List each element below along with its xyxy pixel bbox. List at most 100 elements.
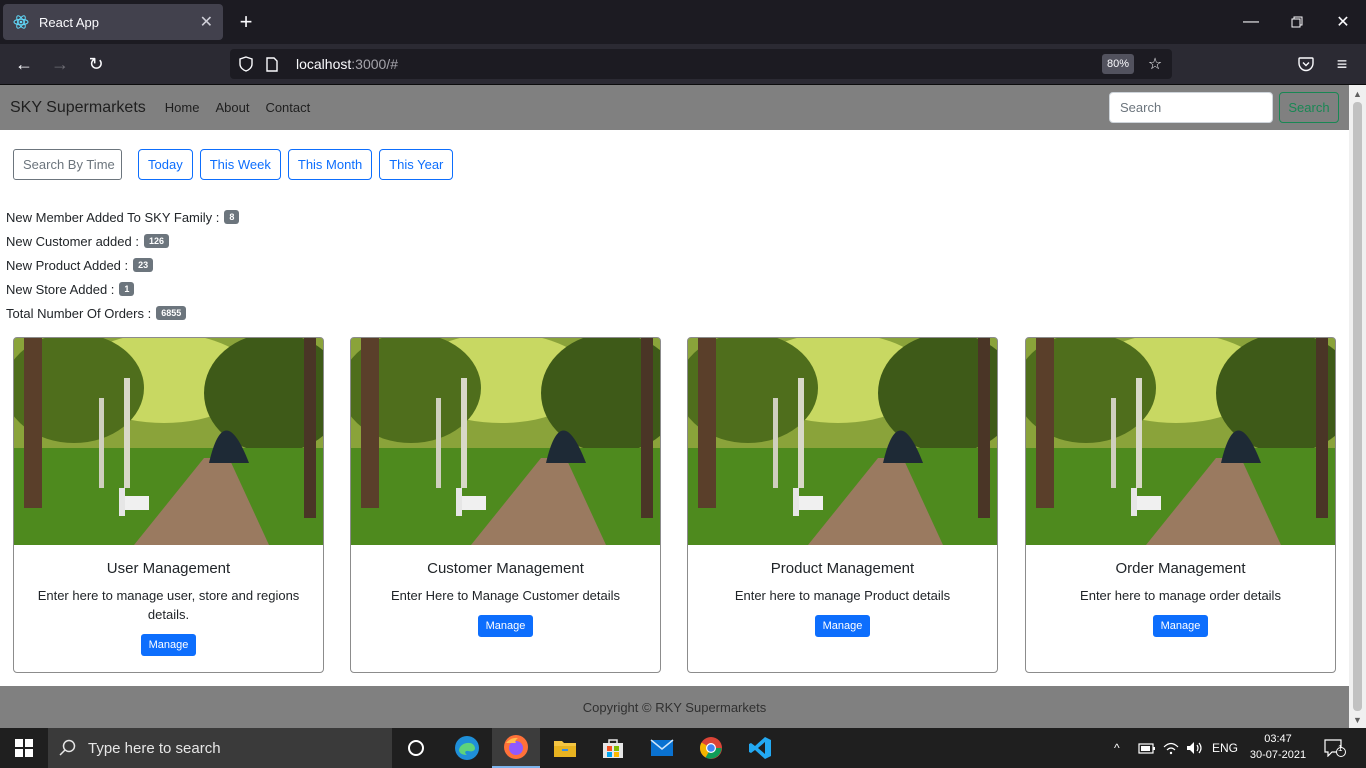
zoom-level-badge[interactable]: 80% (1101, 54, 1134, 74)
card-text: Enter here to manage user, store and reg… (37, 588, 300, 622)
stat-badge: 6855 (156, 306, 187, 320)
mail-icon[interactable] (638, 728, 686, 768)
stat-new-members: New Member Added To SKY Family : 8 (6, 205, 240, 229)
microsoft-store-icon[interactable] (589, 728, 637, 768)
reload-icon[interactable]: ↻ (82, 50, 110, 78)
pocket-icon[interactable] (1292, 50, 1320, 78)
stat-label: New Customer added : (6, 233, 139, 249)
url-bar[interactable]: localhost:3000/# 80% ☆ (230, 49, 1172, 79)
manage-customers-button[interactable]: Manage (477, 615, 534, 637)
page-viewport: SKY Supermarkets Home About Contact Sear… (0, 85, 1349, 728)
scroll-up-arrow-icon[interactable]: ▲ (1349, 85, 1366, 102)
battery-icon[interactable] (1138, 728, 1156, 768)
taskbar-clock[interactable]: 03:47 30-07-2021 (1244, 731, 1312, 763)
stats-list: New Member Added To SKY Family : 8 New C… (6, 205, 240, 325)
stat-total-orders: Total Number Of Orders : 6855 (6, 301, 239, 325)
search-button[interactable]: Search (1279, 92, 1339, 123)
card-product-management: Product Management Enter here to manage … (687, 337, 998, 673)
manage-users-button[interactable]: Manage (140, 634, 197, 656)
back-arrow-icon[interactable]: ← (10, 50, 38, 78)
card-title: Order Management (1115, 560, 1246, 577)
stat-new-customers: New Customer added : 126 (6, 229, 239, 253)
clock-time: 03:47 (1264, 733, 1292, 745)
tab-title: React App (39, 14, 99, 30)
forest-path-image (351, 338, 660, 545)
nav-link-contact[interactable]: Contact (265, 100, 310, 115)
browser-tab-bar: React App ✕ + — ✕ (0, 0, 1366, 44)
browser-tab[interactable]: React App ✕ (3, 4, 223, 40)
close-window-icon[interactable]: ✕ (1320, 0, 1366, 44)
file-explorer-icon[interactable] (541, 728, 589, 768)
card-text: Enter Here to Manage Customer details (390, 588, 621, 603)
stat-badge: 126 (143, 234, 169, 248)
search-icon (48, 739, 88, 757)
filter-this-month-button[interactable]: This Month (287, 149, 373, 180)
shield-icon[interactable] (236, 54, 256, 74)
filter-this-week-button[interactable]: This Week (199, 149, 281, 180)
vscode-icon[interactable] (736, 728, 784, 768)
edge-icon[interactable] (443, 728, 491, 768)
filter-today-button[interactable]: Today (138, 149, 193, 180)
stat-label: New Member Added To SKY Family : (6, 209, 220, 225)
page-footer: Copyright © RKY Supermarkets (0, 686, 1349, 728)
taskbar-search-placeholder: Type here to search (88, 739, 221, 757)
nav-link-home[interactable]: Home (165, 100, 200, 115)
clock-date: 30-07-2021 (1249, 749, 1307, 761)
show-hidden-icons-chevron-icon[interactable]: ^ (1114, 728, 1120, 768)
page-icon[interactable] (262, 54, 282, 74)
card-title: Product Management (770, 560, 915, 577)
new-tab-plus-icon[interactable]: + (234, 8, 258, 36)
volume-icon[interactable] (1186, 728, 1204, 768)
manage-products-button[interactable]: Manage (814, 615, 871, 637)
taskbar-search-box[interactable]: Type here to search (48, 728, 392, 768)
forest-path-image (1026, 338, 1335, 545)
brand-link[interactable]: SKY Supermarkets (10, 99, 146, 117)
forward-arrow-icon[interactable]: → (46, 50, 74, 78)
tab-close-icon[interactable]: ✕ (200, 12, 213, 32)
nav-link-about[interactable]: About (215, 100, 249, 115)
app-navbar: SKY Supermarkets Home About Contact Sear… (0, 85, 1349, 130)
card-text: Enter here to manage Product details (734, 588, 951, 603)
forest-path-image (688, 338, 997, 545)
language-indicator[interactable]: ENG (1212, 728, 1238, 768)
forest-path-image (14, 338, 323, 545)
stat-label: Total Number Of Orders : (6, 305, 152, 321)
stat-label: New Product Added : (6, 257, 129, 273)
manage-orders-button[interactable]: Manage (1152, 615, 1209, 637)
card-customer-management: Customer Management Enter Here to Manage… (350, 337, 661, 673)
minimize-icon[interactable]: — (1228, 0, 1274, 44)
hamburger-menu-icon[interactable]: ≡ (1328, 50, 1356, 78)
search-input[interactable]: Search (1109, 92, 1273, 123)
time-filter-bar: Search By Time Today This Week This Mont… (13, 149, 460, 180)
management-cards: User Management Enter here to manage use… (13, 337, 1336, 673)
stat-new-stores: New Store Added : 1 (6, 277, 239, 301)
cortana-icon[interactable] (392, 728, 440, 768)
stat-new-products: New Product Added : 23 (6, 253, 239, 277)
firefox-icon[interactable] (492, 728, 540, 768)
browser-toolbar: ← → ↻ localhost:3000/# 80% ☆ ≡ (0, 44, 1366, 85)
stat-badge: 23 (133, 258, 154, 272)
stat-badge: 8 (224, 210, 240, 224)
react-logo-icon (13, 14, 29, 30)
notification-count: 1 (1338, 744, 1343, 753)
card-title: User Management (106, 560, 231, 577)
search-by-time-input[interactable]: Search By Time (13, 149, 122, 180)
card-text: Enter here to manage order details (1080, 588, 1281, 603)
windows-taskbar: Type here to search ^ ENG 03:47 30-07-20… (0, 728, 1366, 768)
filter-this-year-button[interactable]: This Year (379, 149, 454, 180)
stat-badge: 1 (119, 282, 135, 296)
card-title: Customer Management (427, 560, 584, 577)
url-text[interactable]: localhost:3000/# (296, 56, 398, 72)
notification-center-icon[interactable]: 1 (1324, 728, 1346, 768)
chrome-icon[interactable] (687, 728, 735, 768)
windows-start-icon[interactable] (0, 728, 48, 768)
page-scrollbar[interactable]: ▲ ▼ (1349, 85, 1366, 728)
scroll-down-arrow-icon[interactable]: ▼ (1349, 711, 1366, 728)
card-order-management: Order Management Enter here to manage or… (1025, 337, 1336, 673)
restore-icon[interactable] (1274, 0, 1320, 44)
wifi-icon[interactable] (1163, 728, 1179, 768)
card-user-management: User Management Enter here to manage use… (13, 337, 324, 673)
scrollbar-thumb[interactable] (1353, 102, 1362, 711)
stat-label: New Store Added : (6, 281, 115, 297)
bookmark-star-icon[interactable]: ☆ (1144, 53, 1166, 75)
